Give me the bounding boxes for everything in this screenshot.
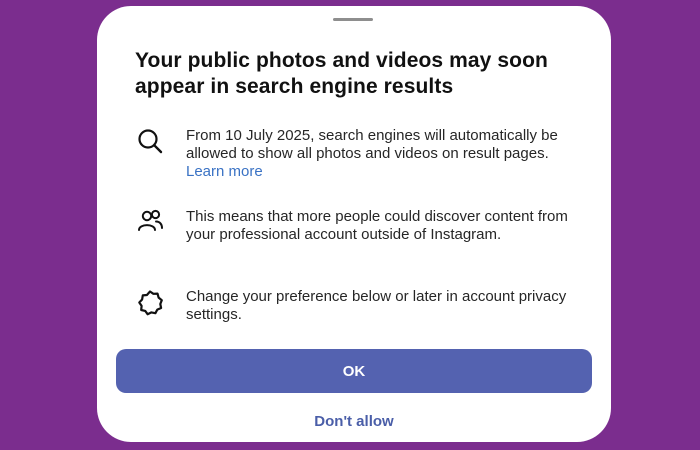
search-icon — [135, 126, 165, 156]
people-icon — [135, 206, 165, 236]
dialog-title: Your public photos and videos may soon a… — [135, 49, 548, 98]
learn-more-link[interactable]: Learn more — [186, 163, 263, 180]
info-item-text: From 10 July 2025, search engines will a… — [186, 127, 558, 162]
info-text: From 10 July 2025, search engines will a… — [186, 127, 586, 181]
dont-allow-button[interactable]: Don't allow — [97, 413, 611, 430]
ok-button[interactable]: OK — [116, 349, 592, 393]
drag-handle[interactable] — [333, 18, 373, 21]
info-item-text: This means that more people could discov… — [186, 208, 568, 243]
settings-gear-icon — [135, 288, 165, 318]
consent-dialog: Your public photos and videos may soon a… — [97, 6, 611, 442]
info-item-text: Change your preference below or later in… — [186, 288, 567, 323]
